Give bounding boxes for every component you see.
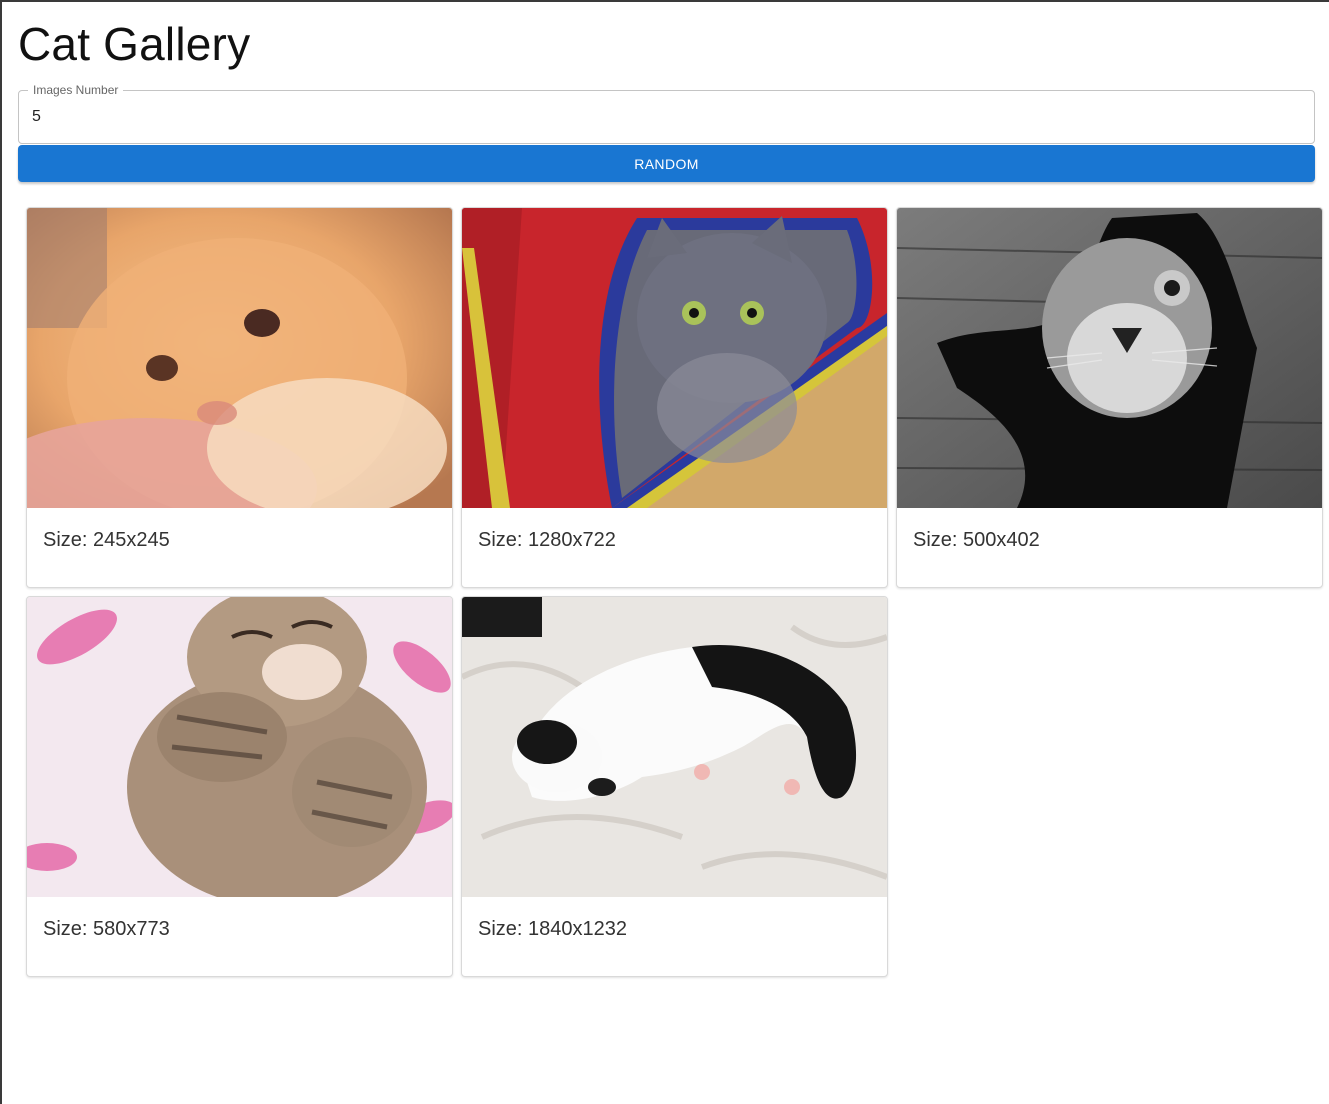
gray-cat-in-tent-photo <box>462 208 887 508</box>
gallery-card[interactable]: Size: 500x402 <box>896 207 1323 588</box>
image-size-caption: Size: 580x773 <box>43 918 170 940</box>
images-number-field[interactable]: Images Number <box>18 83 1315 144</box>
sleeping-tabby-kitten-photo <box>27 597 452 897</box>
image-size-caption: Size: 500x402 <box>913 529 1040 551</box>
gallery-grid: Size: 245x245 Size: 1280x722 Size: 500x4… <box>26 207 1323 977</box>
image-size-caption: Size: 245x245 <box>43 529 170 551</box>
app-container: Cat Gallery Images Number RANDOM <box>18 14 1315 182</box>
black-white-cat-on-sheets-photo <box>462 597 887 897</box>
window-frame-top <box>0 0 1329 2</box>
gallery-card[interactable]: Size: 580x773 <box>26 596 453 977</box>
image-size-caption: Size: 1840x1232 <box>478 918 628 940</box>
window-frame-left <box>0 0 2 1104</box>
image-size-caption: Size: 1280x722 <box>478 529 616 551</box>
orange-kitten-photo <box>27 208 452 508</box>
gallery-card[interactable]: Size: 1280x722 <box>461 207 888 588</box>
bw-cat-in-wall-hole-photo <box>897 208 1322 508</box>
images-number-input[interactable] <box>19 91 1314 143</box>
gallery-card[interactable]: Size: 1840x1232 <box>461 596 888 977</box>
gallery-card[interactable]: Size: 245x245 <box>26 207 453 588</box>
random-button[interactable]: RANDOM <box>18 145 1315 182</box>
page-title: Cat Gallery <box>18 18 251 70</box>
